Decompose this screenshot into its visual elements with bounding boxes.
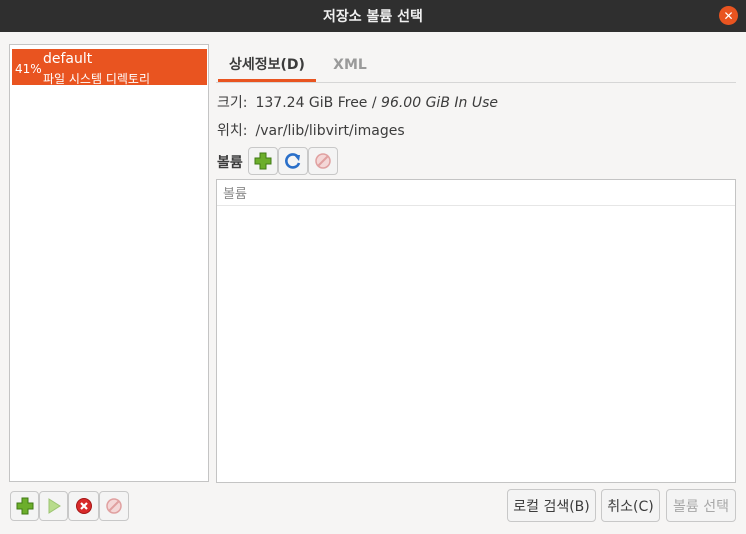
- window-title: 저장소 볼륨 선택: [323, 9, 423, 25]
- delete-volume-button[interactable]: [308, 147, 338, 175]
- pool-name: default: [43, 51, 93, 67]
- add-volume-button[interactable]: [248, 147, 278, 175]
- delete-icon: [315, 153, 331, 169]
- browse-local-button[interactable]: 로컬 검색(B): [507, 489, 596, 522]
- location-label: 위치:: [217, 123, 248, 139]
- size-label: 크기:: [217, 95, 248, 111]
- volume-column-header[interactable]: 볼륨: [217, 180, 735, 206]
- size-row: 크기: 137.24 GiB Free / 96.00 GiB In Use: [217, 92, 498, 112]
- plus-icon: [254, 152, 272, 170]
- pool-usage-percent: 41%: [15, 62, 42, 76]
- delete-pool-button[interactable]: [99, 491, 129, 521]
- tab-details[interactable]: 상세정보(D): [218, 48, 316, 82]
- location-row: 위치: /var/lib/libvirt/images: [217, 120, 405, 140]
- tab-xml[interactable]: XML: [318, 48, 382, 82]
- close-icon[interactable]: ✕: [719, 6, 738, 25]
- tab-divider: [216, 82, 736, 83]
- location-value: /var/lib/libvirt/images: [255, 123, 405, 139]
- add-pool-button[interactable]: [10, 491, 39, 521]
- title-bar: 저장소 볼륨 선택 ✕: [0, 0, 746, 32]
- stop-icon: [75, 498, 92, 514]
- volume-table[interactable]: 볼륨: [216, 179, 736, 483]
- cancel-button[interactable]: 취소(C): [601, 489, 660, 522]
- stop-pool-button[interactable]: [68, 491, 99, 521]
- volumes-label: 볼륨: [217, 155, 243, 171]
- pool-type: 파일 시스템 디렉토리: [43, 72, 150, 86]
- play-icon: [48, 498, 61, 514]
- tab-bar: 상세정보(D) XML: [216, 48, 736, 82]
- choose-volume-button[interactable]: 볼륨 선택: [666, 489, 736, 522]
- size-free: 137.24 GiB Free /: [255, 95, 382, 111]
- refresh-icon: [285, 153, 301, 169]
- start-pool-button[interactable]: [39, 491, 68, 521]
- plus-icon: [16, 497, 33, 515]
- size-in-use: 96.00 GiB In Use: [381, 95, 498, 111]
- refresh-volumes-button[interactable]: [278, 147, 308, 175]
- storage-pool-list[interactable]: 41% default 파일 시스템 디렉토리: [9, 44, 209, 482]
- delete-icon: [106, 498, 122, 514]
- pool-item-default[interactable]: 41% default 파일 시스템 디렉토리: [12, 49, 207, 86]
